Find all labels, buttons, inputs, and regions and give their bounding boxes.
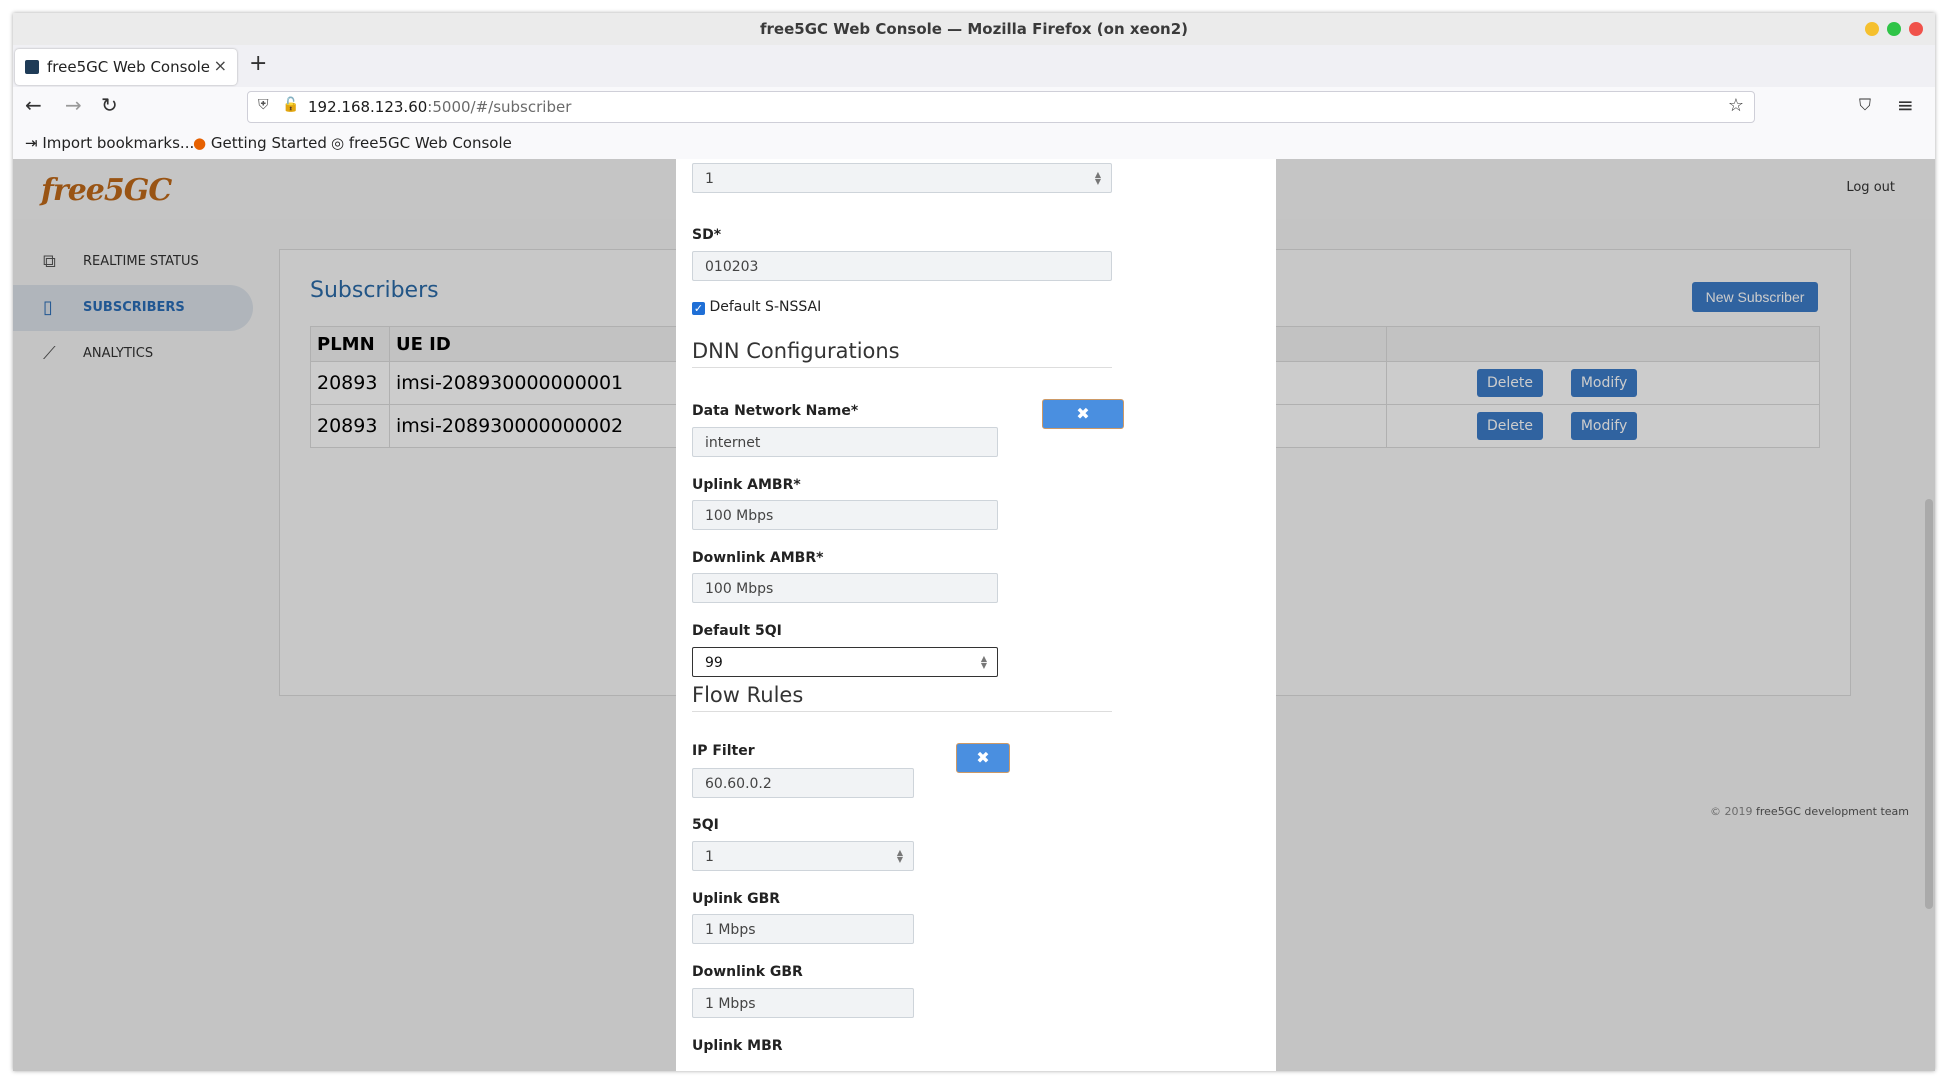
bookmark-star-icon[interactable]: ☆	[1728, 95, 1744, 116]
stepper-icon[interactable]: ▲ ▼	[897, 849, 903, 864]
window-titlebar: free5GC Web Console — Mozilla Firefox (o…	[13, 13, 1935, 45]
downlink-ambr-label: Downlink AMBR*	[692, 550, 824, 566]
pocket-icon[interactable]: ⛉	[1859, 95, 1871, 115]
5qi-value: 1	[705, 849, 714, 865]
downlink-gbr-label: Downlink GBR	[692, 964, 803, 980]
tab-close-icon[interactable]: ×	[214, 56, 227, 75]
bookmark-getting-started[interactable]: ● Getting Started	[193, 134, 327, 152]
sst-input[interactable]: 1 ▲ ▼	[692, 163, 1112, 193]
bookmark-import-label: Import bookmarks...	[42, 134, 195, 152]
uplink-mbr-label: Uplink MBR	[692, 1038, 783, 1054]
subscriber-modal: 1 ▲ ▼ SD* 010203 ✓ Default S-NSSAI DNN Co…	[676, 159, 1276, 1071]
page-content: free5GC Log out ⧉ REALTIME STATUS ▯ SUBS…	[13, 159, 1935, 1071]
uplink-gbr-input[interactable]: 1 Mbps	[692, 914, 914, 944]
downlink-ambr-input[interactable]: 100 Mbps	[692, 573, 998, 603]
default-snssai-label: Default S-NSSAI	[709, 299, 822, 315]
tab-title: free5GC Web Console	[47, 58, 211, 76]
default-5qi-input[interactable]: 99 ▲ ▼	[692, 647, 998, 677]
browser-window: free5GC Web Console — Mozilla Firefox (o…	[13, 13, 1935, 1071]
forward-button[interactable]: →	[65, 93, 82, 117]
lock-icon[interactable]: 🔓	[282, 97, 299, 113]
menu-icon[interactable]: ≡	[1897, 93, 1914, 117]
favicon-icon	[25, 60, 39, 74]
uplink-gbr-label: Uplink GBR	[692, 891, 781, 907]
sd-value: 010203	[705, 259, 759, 275]
ip-filter-value: 60.60.0.2	[705, 776, 772, 792]
url-path: :5000/#/subscriber	[427, 98, 572, 116]
tab-free5gc[interactable]: free5GC Web Console ×	[15, 49, 237, 85]
new-tab-button[interactable]: +	[249, 51, 267, 76]
minimize-button[interactable]	[1865, 22, 1879, 36]
downlink-gbr-input[interactable]: 1 Mbps	[692, 988, 914, 1018]
default-snssai-row: ✓ Default S-NSSAI	[692, 299, 821, 315]
bookmark-import[interactable]: ⇥ Import bookmarks...	[25, 134, 194, 152]
default-5qi-value: 99	[705, 655, 723, 671]
shield-icon[interactable]: ⛨	[258, 97, 269, 113]
close-window-button[interactable]	[1909, 22, 1923, 36]
page-scrollbar[interactable]	[1925, 499, 1933, 909]
bookmark-free5gc-label: free5GC Web Console	[348, 134, 512, 152]
navigation-bar: ← → ↻ ⛨ 🔓 192.168.123.60:5000/#/subscrib…	[13, 87, 1935, 127]
url-bar[interactable]: ⛨ 🔓 192.168.123.60:5000/#/subscriber ☆	[247, 91, 1755, 123]
uplink-ambr-value: 100 Mbps	[705, 508, 774, 524]
sst-value: 1	[705, 171, 714, 187]
ip-filter-label: IP Filter	[692, 743, 755, 759]
remove-dnn-button[interactable]: ✖	[1042, 399, 1124, 429]
dnn-input[interactable]: internet	[692, 427, 998, 457]
stepper-icon[interactable]: ▲ ▼	[981, 655, 987, 670]
uplink-ambr-label: Uplink AMBR*	[692, 477, 801, 493]
maximize-button[interactable]	[1887, 22, 1901, 36]
uplink-gbr-value: 1 Mbps	[705, 922, 756, 938]
ip-filter-input[interactable]: 60.60.0.2	[692, 768, 914, 798]
back-button[interactable]: ←	[25, 93, 42, 117]
dnn-section-title: DNN Configurations	[692, 339, 1112, 368]
bookmark-free5gc[interactable]: ◎ free5GC Web Console	[331, 134, 512, 152]
sd-label: SD*	[692, 227, 722, 243]
uplink-ambr-input[interactable]: 100 Mbps	[692, 500, 998, 530]
stepper-icon[interactable]: ▲ ▼	[1095, 171, 1101, 186]
downlink-ambr-value: 100 Mbps	[705, 581, 774, 597]
bookmarks-toolbar: ⇥ Import bookmarks... ● Getting Started …	[13, 127, 1935, 160]
window-title: free5GC Web Console — Mozilla Firefox (o…	[760, 20, 1188, 38]
5qi-input[interactable]: 1 ▲ ▼	[692, 841, 914, 871]
url-host: 192.168.123.60	[308, 98, 428, 116]
reload-button[interactable]: ↻	[101, 93, 118, 117]
firefox-icon: ●	[193, 134, 207, 152]
default-snssai-checkbox[interactable]: ✓	[692, 302, 705, 315]
flow-rules-section-title: Flow Rules	[692, 683, 1112, 712]
url-text: 192.168.123.60:5000/#/subscriber	[308, 98, 571, 116]
dnn-value: internet	[705, 435, 761, 451]
remove-flow-rule-button[interactable]: ✖	[956, 743, 1010, 773]
sd-input[interactable]: 010203	[692, 251, 1112, 281]
globe-icon: ◎	[331, 134, 345, 152]
tab-bar: free5GC Web Console × +	[13, 45, 1935, 87]
close-icon: ✖	[1076, 404, 1090, 423]
5qi-label: 5QI	[692, 817, 719, 833]
dnn-label: Data Network Name*	[692, 403, 859, 419]
bookmark-getting-started-label: Getting Started	[210, 134, 327, 152]
close-icon: ✖	[976, 748, 990, 767]
default-5qi-label: Default 5QI	[692, 623, 782, 639]
downlink-gbr-value: 1 Mbps	[705, 996, 756, 1012]
